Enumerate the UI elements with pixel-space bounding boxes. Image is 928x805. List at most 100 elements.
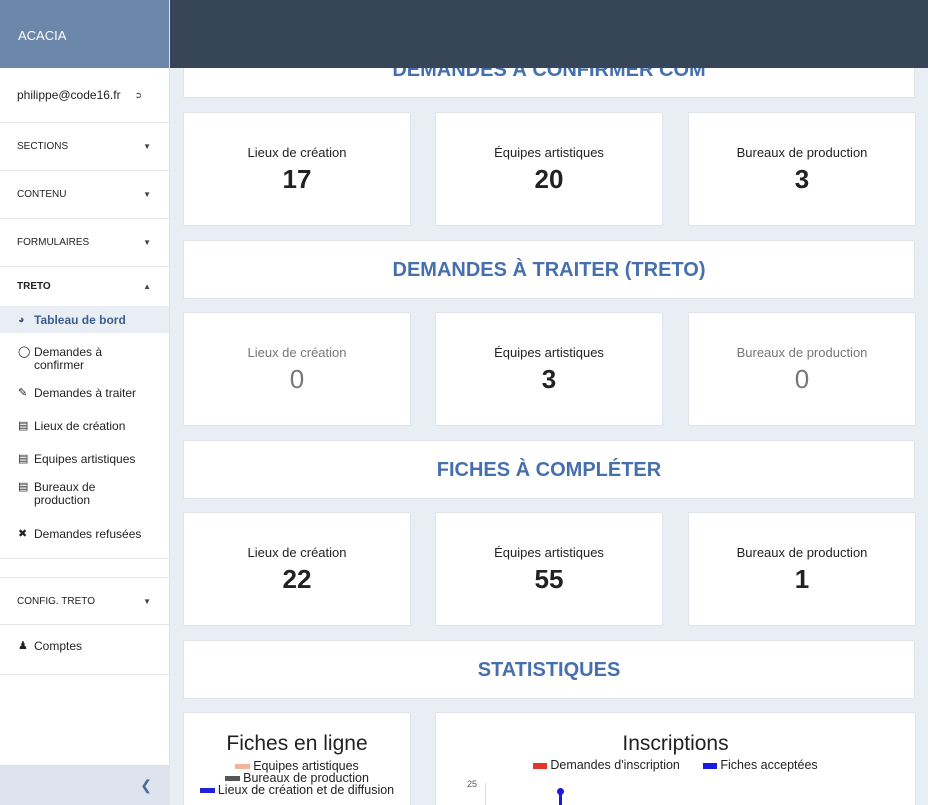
user-row: philippe@code16.fr ➲: [0, 68, 169, 123]
card-label: Lieux de création: [247, 545, 347, 560]
card-value: 0: [289, 364, 305, 394]
section-title-demandes-a-confirmer: DEMANDES À CONFIRMER COM: [183, 68, 915, 98]
section-title-text: STATISTIQUES: [477, 659, 621, 681]
user-email: philippe@code16.fr: [17, 88, 121, 102]
sidebar-collapse-button[interactable]: ❮: [0, 765, 170, 805]
card-value: 3: [794, 164, 810, 194]
legend-swatch: [533, 762, 548, 769]
sidebar-item-label: Demandes à confirmer: [34, 345, 103, 372]
caret-down-icon: ▼: [143, 190, 151, 199]
top-bar: [170, 0, 928, 68]
section-label: CONTENU: [17, 189, 67, 200]
card-label: Bureaux de production: [736, 345, 868, 360]
dashboard-main: DEMANDES À CONFIRMER COM Lieux de créati…: [170, 68, 928, 805]
section-sections[interactable]: SECTIONS ▼: [0, 123, 169, 171]
caret-up-icon: ▲: [143, 282, 151, 291]
chart-legend: Equipes artistiques Bureaux de productio…: [184, 760, 410, 796]
legend-item[interactable]: Fiches acceptées: [703, 758, 818, 772]
sidebar-item-label: Demandes à traiter: [34, 386, 137, 400]
chart-title: Fiches en ligne: [226, 732, 368, 755]
card-label: Équipes artistiques: [494, 145, 604, 160]
card-value: 1: [794, 564, 810, 594]
chart-title: Inscriptions: [622, 732, 729, 755]
section-label: SECTIONS: [17, 141, 69, 152]
chart-inscriptions: Inscriptions Demandes d'inscription Fich…: [435, 712, 916, 805]
legend-swatch: [225, 776, 241, 782]
dashboard-icon: ◕: [18, 313, 25, 326]
chart-legend: Demandes d'inscription Fiches acceptées: [436, 759, 915, 771]
sidebar-item-label: Comptes: [34, 639, 83, 653]
stat-card: Équipes artistiques 55: [435, 512, 663, 626]
card-value: 22: [282, 564, 312, 594]
chat-bubble-icon: ◯: [18, 346, 31, 358]
section-contenu[interactable]: CONTENU ▼: [0, 171, 169, 219]
section-title-text: DEMANDES À TRAITER (TRETO): [392, 259, 706, 281]
card-value: 17: [282, 164, 312, 194]
legend-label: Demandes d'inscription: [550, 758, 680, 772]
section-label: FORMULAIRES: [17, 237, 90, 248]
sidebar-item-demandes-a-traiter[interactable]: ✎ Demandes à traiter: [0, 386, 169, 419]
legend-label: Lieux de création et de diffusion: [217, 783, 395, 797]
stat-card: Bureaux de production 3: [688, 112, 916, 226]
legend-swatch: [199, 788, 215, 794]
id-card-icon: ▤: [18, 453, 29, 465]
card-label: Équipes artistiques: [494, 345, 604, 360]
sidebar: ACACIA philippe@code16.fr ➲ SECTIONS ▼ C…: [0, 0, 170, 805]
card-value: 3: [541, 364, 557, 394]
sidebar-item-label: Equipes artistiques: [34, 452, 136, 466]
sidebar-item-tableau-de-bord[interactable]: ◕ Tableau de bord: [0, 306, 169, 333]
section-label: TRETO: [17, 281, 51, 292]
card-label: Lieux de création: [247, 145, 347, 160]
id-card-icon: ▤: [18, 481, 29, 493]
section-title-fiches-a-completer: FICHES À COMPLÉTER: [183, 440, 915, 499]
legend-swatch: [235, 764, 251, 770]
section-title-text: FICHES À COMPLÉTER: [436, 459, 662, 481]
card-label: Lieux de création: [247, 345, 347, 360]
legend-item[interactable]: Lieux de création et de diffusion: [184, 784, 410, 796]
sidebar-item-demandes-refusees[interactable]: ✖ Demandes refusées: [0, 527, 169, 559]
sidebar-item-label: Bureaux de production: [34, 480, 96, 507]
brand-name: ACACIA: [18, 28, 67, 43]
section-label: CONFIG. TRETO: [17, 595, 95, 607]
sidebar-item-label: Lieux de création: [34, 419, 126, 433]
section-treto[interactable]: TRETO ▲: [0, 267, 169, 306]
sidebar-item-lieux-de-creation[interactable]: ▤ Lieux de création: [0, 419, 169, 452]
caret-down-icon: ▼: [143, 238, 151, 247]
stat-card: Lieux de création 17: [183, 112, 411, 226]
id-card-icon: ▤: [18, 420, 29, 432]
y-axis-line: [485, 783, 486, 805]
section-title-statistiques: STATISTIQUES: [183, 640, 915, 699]
card-value: 55: [534, 564, 564, 594]
stat-card: Équipes artistiques 20: [435, 112, 663, 226]
sidebar-item-bureaux-de-production[interactable]: ▤ Bureaux de production: [0, 481, 169, 527]
pencil-icon: ✎: [18, 387, 28, 399]
section-config-treto[interactable]: CONFIG. TRETO ▼: [0, 577, 169, 625]
stat-card: Bureaux de production 1: [688, 512, 916, 626]
legend-swatch: [703, 762, 718, 769]
legend-item[interactable]: Demandes d'inscription: [533, 758, 680, 772]
brand-logo[interactable]: ACACIA: [0, 0, 169, 68]
section-formulaires[interactable]: FORMULAIRES ▼: [0, 219, 169, 267]
stat-card: Équipes artistiques 3: [435, 312, 663, 426]
logout-icon[interactable]: ➲: [135, 90, 143, 101]
user-icon: ♟: [18, 640, 28, 652]
stat-card: Bureaux de production 0: [688, 312, 916, 426]
stat-card: Lieux de création 0: [183, 312, 411, 426]
sidebar-item-demandes-a-confirmer[interactable]: ◯ Demandes à confirmer: [0, 346, 169, 384]
stat-card: Lieux de création 22: [183, 512, 411, 626]
section-title-text: DEMANDES À CONFIRMER COM: [392, 68, 706, 81]
legend-label: Fiches acceptées: [720, 758, 818, 772]
y-axis-tick: 25: [467, 779, 478, 789]
card-label: Bureaux de production: [736, 545, 868, 560]
card-value: 20: [534, 164, 564, 194]
card-value: 0: [794, 364, 810, 394]
sidebar-item-equipes-artistiques[interactable]: ▤ Equipes artistiques: [0, 452, 169, 481]
data-point: [557, 788, 564, 795]
caret-down-icon: ▼: [143, 142, 151, 151]
section-title-demandes-a-traiter: DEMANDES À TRAITER (TRETO): [183, 240, 915, 299]
card-label: Équipes artistiques: [494, 545, 604, 560]
times-icon: ✖: [18, 528, 28, 540]
sidebar-item-label: Tableau de bord: [34, 312, 126, 327]
sidebar-item-comptes[interactable]: ♟ Comptes: [0, 625, 169, 675]
sidebar-item-label: Demandes refusées: [34, 527, 142, 541]
